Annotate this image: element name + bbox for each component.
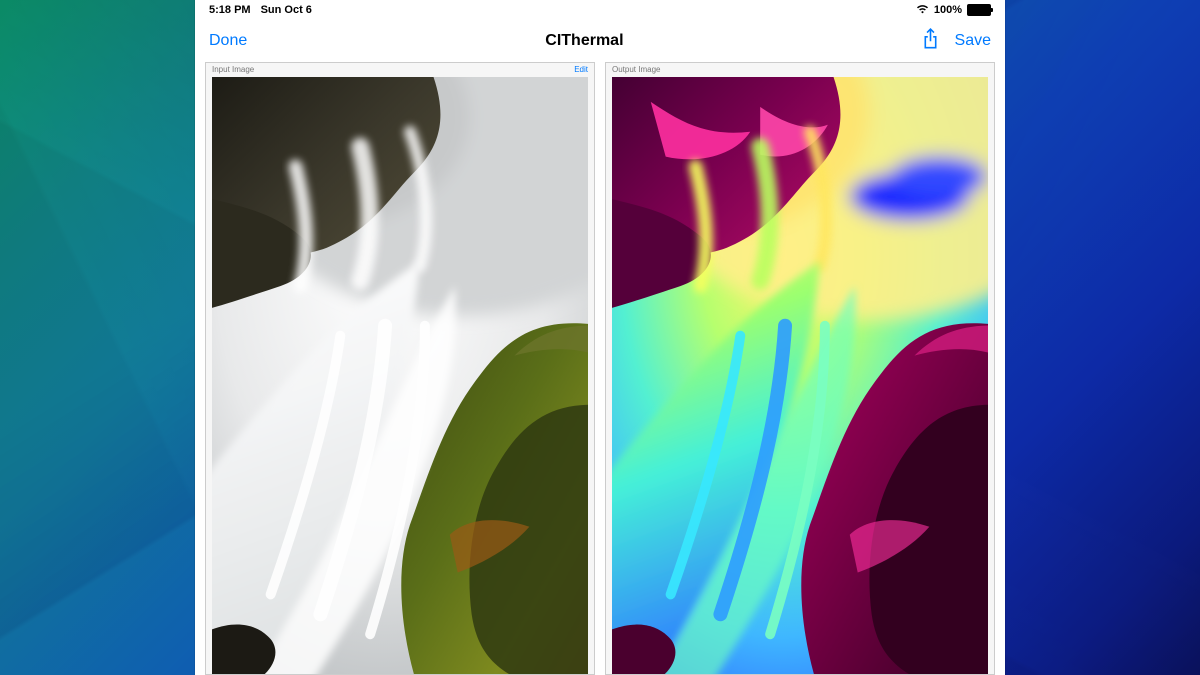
input-image-pane: Input Image Edit	[205, 62, 595, 675]
content-area: Input Image Edit	[195, 62, 1005, 675]
battery-icon	[967, 4, 991, 16]
status-time: 5:18 PM	[209, 4, 251, 16]
save-button[interactable]: Save	[955, 32, 991, 50]
wifi-icon	[916, 4, 929, 17]
input-image[interactable]	[212, 77, 588, 674]
edit-input-button[interactable]: Edit	[574, 65, 588, 74]
done-button[interactable]: Done	[209, 32, 247, 50]
share-button[interactable]	[922, 28, 939, 55]
desktop-wallpaper: 5:18 PM Sun Oct 6 100% Done CIThermal	[0, 0, 1200, 675]
output-image-pane: Output Image	[605, 62, 995, 675]
status-bar: 5:18 PM Sun Oct 6 100%	[195, 0, 1005, 20]
share-icon	[922, 28, 939, 50]
ipad-app-window: 5:18 PM Sun Oct 6 100% Done CIThermal	[195, 0, 1005, 675]
output-image[interactable]	[612, 77, 988, 674]
page-title: CIThermal	[545, 32, 623, 50]
battery-percent: 100%	[934, 4, 962, 16]
status-date: Sun Oct 6	[261, 4, 312, 16]
output-pane-label: Output Image	[612, 65, 660, 74]
input-pane-label: Input Image	[212, 65, 254, 74]
navigation-bar: Done CIThermal Save	[195, 20, 1005, 62]
